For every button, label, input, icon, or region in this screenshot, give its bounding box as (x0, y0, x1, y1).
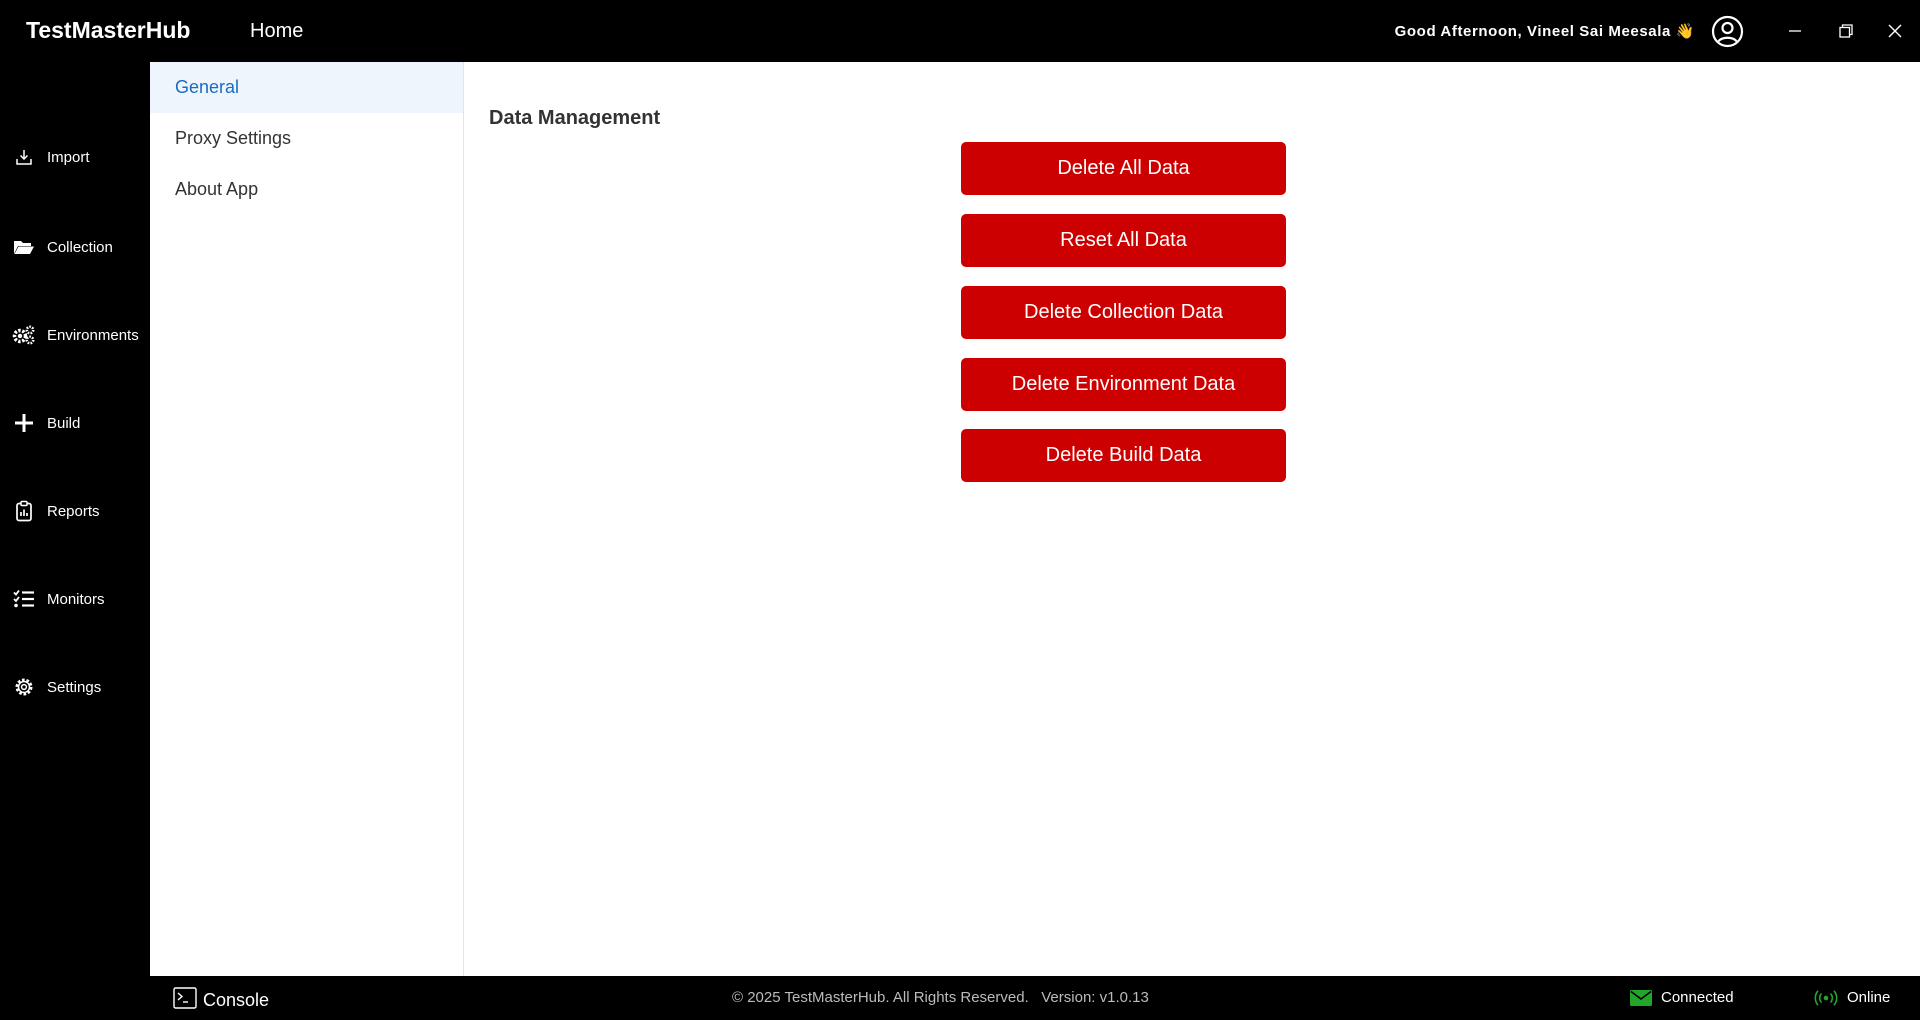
delete-environment-data-button[interactable]: Delete Environment Data (961, 358, 1286, 411)
settings-subnav: General Proxy Settings About App (150, 62, 464, 976)
top-bar: TestMasterHub Home Good Afternoon, Vinee… (0, 0, 1920, 62)
connection-status-label: Connected (1661, 989, 1734, 1006)
connection-status: Connected (1630, 989, 1734, 1006)
network-status: Online (1814, 989, 1890, 1006)
sidebar-item-settings[interactable]: Settings (0, 667, 150, 707)
sidebar-item-label: Collection (47, 238, 113, 256)
sidebar-item-label: Import (47, 148, 90, 166)
sidebar-item-monitors[interactable]: Monitors (0, 579, 150, 619)
settings-content: Data Management Delete All Data Reset Al… (464, 62, 1920, 976)
settings-tab-general[interactable]: General (150, 62, 463, 113)
status-footer: Console © 2025 TestMasterHub. All Rights… (0, 976, 1920, 1020)
delete-build-data-button[interactable]: Delete Build Data (961, 429, 1286, 482)
sidebar-item-label: Reports (47, 502, 100, 520)
sidebar-item-reports[interactable]: Reports (0, 491, 150, 531)
sidebar-item-label: Settings (47, 678, 102, 696)
sidebar-item-build[interactable]: Build (0, 403, 150, 443)
folder-open-icon (12, 235, 36, 259)
delete-collection-data-button[interactable]: Delete Collection Data (961, 286, 1286, 339)
app-brand: TestMasterHub (26, 17, 191, 43)
delete-all-data-button[interactable]: Delete All Data (961, 142, 1286, 195)
sidebar-item-label: Environments (47, 326, 139, 344)
user-account-icon[interactable] (1711, 15, 1744, 48)
sidebar-item-import[interactable]: Import (0, 137, 150, 177)
restore-window-button[interactable] (1833, 18, 1859, 44)
network-status-label: Online (1847, 989, 1891, 1006)
reset-all-data-button[interactable]: Reset All Data (961, 214, 1286, 267)
terminal-icon (173, 987, 197, 1014)
copyright-text: © 2025 TestMasterHub. All Rights Reserve… (732, 989, 1149, 1006)
sidebar-item-environments[interactable]: Environments (0, 315, 150, 355)
gear-icon (12, 675, 36, 699)
minimize-window-button[interactable] (1782, 18, 1808, 44)
list-check-icon (12, 587, 36, 611)
sidebar-item-collection[interactable]: Collection (0, 227, 150, 267)
console-button[interactable]: Console (173, 987, 269, 1014)
console-label: Console (203, 990, 270, 1010)
main-sidebar: Import Collection Environments Build Rep… (0, 62, 150, 976)
plus-icon (12, 411, 36, 435)
envelope-icon (1630, 989, 1652, 1006)
sidebar-item-label: Build (47, 414, 81, 432)
section-title: Data Management (489, 107, 661, 129)
settings-tab-proxy-settings[interactable]: Proxy Settings (150, 113, 463, 164)
clipboard-chart-icon (12, 499, 36, 523)
import-icon (12, 145, 36, 169)
home-link[interactable]: Home (250, 20, 303, 43)
settings-tab-about-app[interactable]: About App (150, 164, 463, 215)
greeting-text: Good Afternoon, Vineel Sai Meesala 👋 (1394, 23, 1695, 40)
broadcast-icon (1814, 989, 1838, 1006)
close-window-button[interactable] (1882, 18, 1908, 44)
sidebar-item-label: Monitors (47, 590, 105, 608)
gears-icon (12, 323, 36, 347)
